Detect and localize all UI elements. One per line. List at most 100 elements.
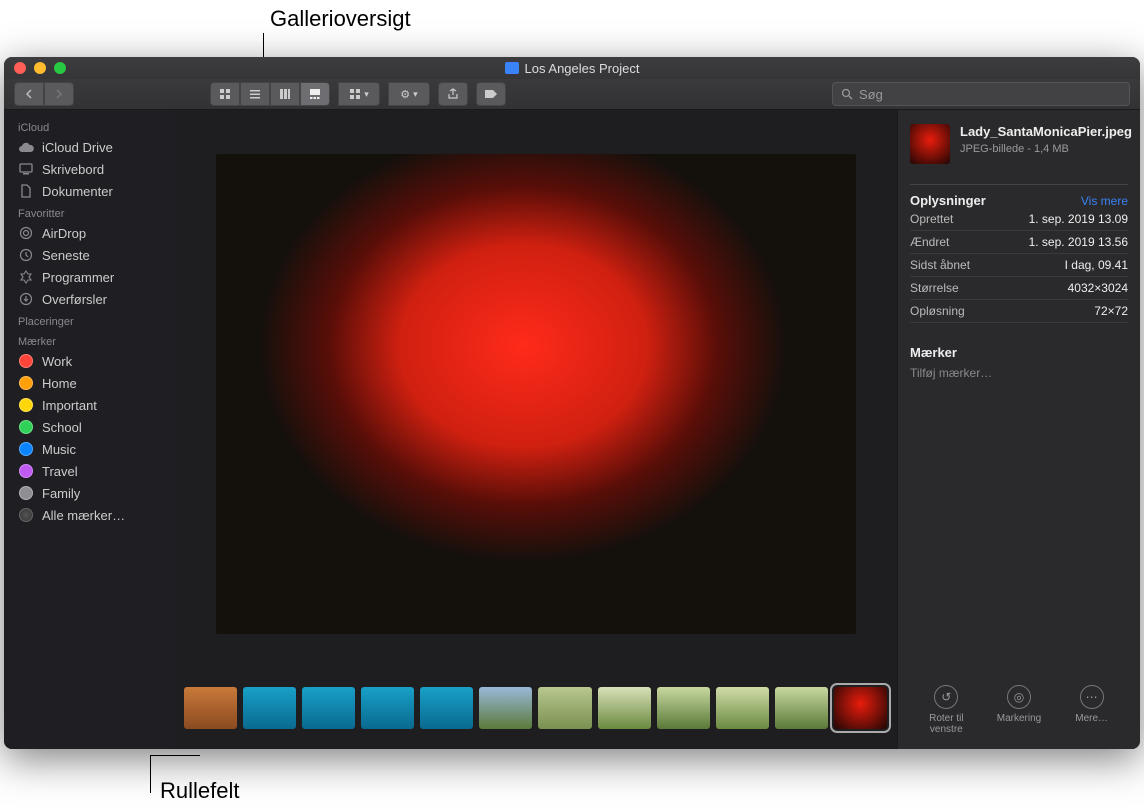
- sidebar-item[interactable]: Programmer: [4, 266, 174, 288]
- view-list-button[interactable]: [240, 82, 270, 106]
- thumbnail[interactable]: [243, 687, 296, 729]
- sidebar-item[interactable]: iCloud Drive: [4, 136, 174, 158]
- sidebar-item[interactable]: Skrivebord: [4, 158, 174, 180]
- inspector-info-row: Opløsning72×72: [910, 300, 1128, 323]
- info-value: 72×72: [1094, 304, 1128, 318]
- sidebar-item[interactable]: Overførsler: [4, 288, 174, 310]
- thumbnail[interactable]: [775, 687, 828, 729]
- gear-icon: ⚙: [400, 88, 410, 101]
- inspector-thumb: [910, 124, 950, 164]
- sidebar-item-label: Work: [42, 354, 72, 369]
- sidebar-item-label: Dokumenter: [42, 184, 113, 199]
- sidebar-item-label: Travel: [42, 464, 78, 479]
- sidebar-item[interactable]: Music: [4, 438, 174, 460]
- tag-icon: [18, 375, 34, 391]
- thumbnail[interactable]: [598, 687, 651, 729]
- sidebar-item-label: Family: [42, 486, 80, 501]
- nav-back-button[interactable]: [14, 82, 44, 106]
- cloud-icon: [18, 139, 34, 155]
- tag-icon: [18, 353, 34, 369]
- sidebar-item[interactable]: School: [4, 416, 174, 438]
- sidebar-item-label: Music: [42, 442, 76, 457]
- window-title-text: Los Angeles Project: [525, 61, 640, 76]
- thumbnail[interactable]: [657, 687, 710, 729]
- info-value: I dag, 09.41: [1065, 258, 1128, 272]
- quick-action[interactable]: ◎Markering: [987, 685, 1051, 735]
- sidebar-section-header: iCloud: [4, 116, 174, 136]
- doc-icon: [18, 183, 34, 199]
- airdrop-icon: [18, 225, 34, 241]
- thumbnail[interactable]: [538, 687, 591, 729]
- inspector-info-header: Oplysninger: [910, 193, 986, 208]
- thumbnail[interactable]: [834, 687, 887, 729]
- thumbnail[interactable]: [479, 687, 532, 729]
- arrange-button[interactable]: ▾: [338, 82, 380, 106]
- sidebar-item-label: Programmer: [42, 270, 114, 285]
- thumbnail-strip[interactable]: [174, 677, 897, 749]
- clock-icon: [18, 247, 34, 263]
- tag-icon: [18, 397, 34, 413]
- quick-action[interactable]: ↺ Roter til venstre: [914, 685, 978, 735]
- action-icon: ⋯: [1080, 685, 1104, 709]
- action-label: Mere…: [1075, 713, 1108, 724]
- sidebar-item-label: Overførsler: [42, 292, 107, 307]
- action-label: Markering: [997, 713, 1041, 724]
- sidebar-item-label: AirDrop: [42, 226, 86, 241]
- view-column-button[interactable]: [270, 82, 300, 106]
- thumbnail[interactable]: [302, 687, 355, 729]
- thumbnail[interactable]: [420, 687, 473, 729]
- view-gallery-button[interactable]: [300, 82, 330, 106]
- inspector-show-more[interactable]: Vis mere: [1081, 194, 1128, 208]
- app-icon: [18, 269, 34, 285]
- nav-forward-button[interactable]: [44, 82, 74, 106]
- info-value: 1. sep. 2019 13.56: [1029, 235, 1128, 249]
- tags-button[interactable]: [476, 82, 506, 106]
- action-menu-button[interactable]: ⚙▾: [388, 82, 430, 106]
- info-key: Oprettet: [910, 212, 953, 226]
- info-key: Størrelse: [910, 281, 959, 295]
- sidebar-item[interactable]: Alle mærker…: [4, 504, 174, 526]
- inspector-tags-input[interactable]: Tilføj mærker…: [910, 366, 1128, 380]
- sidebar-item[interactable]: AirDrop: [4, 222, 174, 244]
- thumbnail[interactable]: [361, 687, 414, 729]
- sidebar-item-label: Skrivebord: [42, 162, 104, 177]
- callout-gallery-view: Gallerioversigt: [270, 6, 411, 32]
- sidebar-item[interactable]: Seneste: [4, 244, 174, 266]
- callout-line-bottom-h: [150, 755, 200, 756]
- sidebar-item[interactable]: Dokumenter: [4, 180, 174, 202]
- preview-area: [174, 110, 897, 677]
- callout-scroll-strip: Rullefelt: [160, 778, 239, 804]
- thumbnail[interactable]: [716, 687, 769, 729]
- toolbar: ▾ ⚙▾ Søg: [4, 79, 1140, 110]
- sidebar-section-header: Mærker: [4, 330, 174, 350]
- sidebar-section-header: Placeringer: [4, 310, 174, 330]
- download-icon: [18, 291, 34, 307]
- inspector-panel: Lady_SantaMonicaPier.jpeg JPEG-billede -…: [897, 110, 1140, 749]
- tag-icon: [18, 419, 34, 435]
- inspector-filename: Lady_SantaMonicaPier.jpeg: [960, 124, 1128, 140]
- sidebar-item[interactable]: Important: [4, 394, 174, 416]
- finder-window: Los Angeles Project ▾ ⚙▾: [4, 57, 1140, 749]
- preview-image[interactable]: [216, 154, 856, 634]
- window-title: Los Angeles Project: [4, 61, 1140, 76]
- share-button[interactable]: [438, 82, 468, 106]
- info-key: Sidst åbnet: [910, 258, 970, 272]
- sidebar-item[interactable]: Work: [4, 350, 174, 372]
- thumbnail[interactable]: [184, 687, 237, 729]
- view-icon-button[interactable]: [210, 82, 240, 106]
- titlebar: Los Angeles Project: [4, 57, 1140, 79]
- search-field[interactable]: Søg: [832, 82, 1130, 106]
- sidebar-item-label: Home: [42, 376, 77, 391]
- action-label: Roter til venstre: [914, 713, 978, 735]
- action-icon: ↺: [934, 685, 958, 709]
- search-icon: [841, 88, 853, 100]
- sidebar-item[interactable]: Home: [4, 372, 174, 394]
- sidebar-item[interactable]: Travel: [4, 460, 174, 482]
- inspector-tags-header: Mærker: [910, 345, 957, 360]
- tag-icon: [18, 485, 34, 501]
- inspector-info-row: Størrelse4032×3024: [910, 277, 1128, 300]
- quick-action[interactable]: ⋯ Mere…: [1060, 685, 1124, 735]
- inspector-info-row: Ændret1. sep. 2019 13.56: [910, 231, 1128, 254]
- sidebar-item[interactable]: Family: [4, 482, 174, 504]
- callout-line-bottom-v: [150, 755, 151, 793]
